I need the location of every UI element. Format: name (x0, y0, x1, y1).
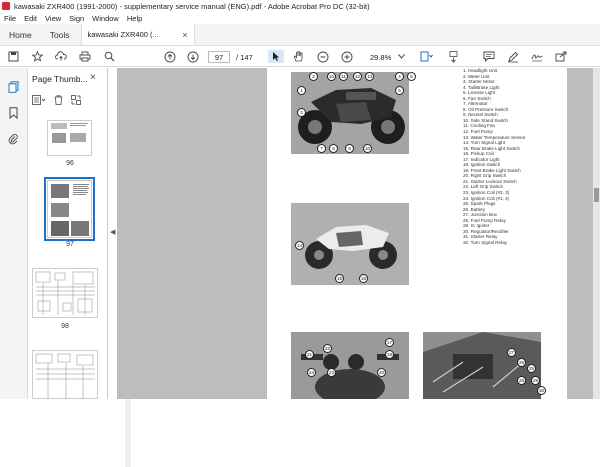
menu-help[interactable]: Help (127, 14, 142, 23)
callout-marker: 9 (345, 144, 354, 153)
page-thumbnail-99[interactable] (32, 350, 98, 399)
page-thumbnails-icon[interactable] (6, 80, 20, 94)
callout-marker: 21 (305, 350, 314, 359)
callout-marker: 29 (531, 376, 540, 385)
callout-marker: 11 (339, 72, 348, 81)
callout-marker: 17 (385, 338, 394, 347)
menu-window[interactable]: Window (92, 14, 119, 23)
callout-marker: 3 (297, 108, 306, 117)
callout-marker: 6 (395, 86, 404, 95)
window-title: kawasaki ZXR400 (1991-2000) - supplement… (14, 1, 370, 11)
tab-tools[interactable]: Tools (41, 24, 79, 45)
callout-marker: 15 (335, 274, 344, 283)
page-thumbnail-98[interactable] (32, 268, 98, 318)
tab-home[interactable]: Home (0, 24, 41, 45)
acrobat-app-icon (2, 2, 10, 10)
callout-marker: 13 (365, 72, 374, 81)
page-thumbnail-96[interactable] (47, 120, 92, 156)
page-total: / 147 (236, 52, 253, 62)
pdf-page: 1. Headlight Unit 2. Meter Unit 3. Start… (267, 68, 567, 399)
attachments-paperclip-icon[interactable] (6, 132, 20, 146)
callout-marker: 14 (295, 241, 304, 250)
delete-page-trash-icon[interactable] (54, 95, 63, 107)
zoom-dropdown-chevron-icon[interactable] (397, 50, 405, 63)
menu-view[interactable]: View (45, 14, 61, 23)
page-number-input[interactable]: 97 (208, 51, 230, 63)
document-scrollbar-thumb[interactable] (594, 188, 599, 202)
highlight-pen-icon[interactable] (506, 50, 520, 63)
callout-marker: 10 (363, 144, 372, 153)
menu-sign[interactable]: Sign (69, 14, 84, 23)
callout-marker: 8 (329, 144, 338, 153)
menu-file[interactable]: File (4, 14, 16, 23)
callout-marker: 7 (317, 144, 326, 153)
page-thumbnail-97[interactable] (44, 177, 95, 241)
zoom-level-field[interactable]: 29.8% (370, 51, 396, 63)
callout-marker: 24 (307, 368, 316, 377)
collapse-panel-arrow-icon[interactable]: ◀ (110, 228, 115, 236)
document-scrollbar[interactable] (593, 68, 600, 399)
previous-page-icon[interactable] (163, 50, 177, 63)
hand-tool-icon[interactable] (291, 50, 305, 63)
callout-marker: 30 (537, 386, 546, 395)
title-bar: kawasaki ZXR400 (1991-2000) - supplement… (0, 0, 600, 12)
toolbar: 97 / 147 29.8% (0, 46, 600, 67)
tab-document[interactable]: kawasaki ZXR400 (... × (80, 24, 195, 45)
next-page-icon[interactable] (186, 50, 200, 63)
zoom-out-icon[interactable] (316, 50, 330, 63)
callout-marker: 25 (527, 364, 536, 373)
callout-marker: 26 (517, 358, 526, 367)
menu-edit[interactable]: Edit (24, 14, 37, 23)
thumbnail-label: 96 (66, 160, 74, 167)
callout-marker: 5 (407, 72, 416, 81)
tab-bar: Home Tools kawasaki ZXR400 (... × (0, 24, 600, 46)
zoom-in-icon[interactable] (340, 50, 354, 63)
upload-cloud-icon[interactable] (54, 50, 68, 63)
callout-marker: 16 (359, 274, 368, 283)
page-organize-icon[interactable] (71, 95, 81, 107)
panel-toolbar (32, 94, 104, 108)
callout-marker: 27 (507, 348, 516, 357)
comment-icon[interactable] (482, 50, 496, 63)
share-icon[interactable] (554, 50, 568, 63)
callout-marker: 20 (377, 368, 386, 377)
panel-close-icon[interactable]: × (90, 72, 96, 83)
scroll-mode-icon[interactable] (446, 50, 460, 63)
panel-title: Page Thumb... (32, 74, 88, 84)
close-icon[interactable]: × (182, 30, 187, 40)
callout-marker: 12 (353, 72, 362, 81)
bookmark-star-icon[interactable] (30, 50, 44, 63)
component-legend-list: 1. Headlight Unit 2. Meter Unit 3. Start… (463, 68, 573, 246)
menu-bar: File Edit View Sign Window Help (0, 12, 600, 24)
legend-item: 32. Turn Signal Relay (463, 239, 507, 245)
callout-marker: 23 (327, 368, 336, 377)
callout-marker: 4 (395, 72, 404, 81)
sign-icon[interactable] (530, 50, 544, 63)
thumbnail-options-icon[interactable] (32, 95, 46, 107)
page-display-icon[interactable] (418, 50, 434, 63)
thumbnail-label: 97 (66, 241, 74, 248)
document-canvas[interactable]: 1. Headlight Unit 2. Meter Unit 3. Start… (117, 68, 600, 399)
search-icon[interactable] (102, 50, 116, 63)
bookmarks-icon[interactable] (6, 106, 20, 120)
left-navigation-rail (0, 68, 28, 399)
save-icon[interactable] (6, 50, 20, 63)
callout-marker: 18 (385, 350, 394, 359)
page-thumbnails-panel: Page Thumb... × 96 97 98 (28, 68, 131, 467)
tab-document-label: kawasaki ZXR400 (... (87, 30, 159, 39)
motorcycle-right-view-photo (291, 203, 409, 285)
motorcycle-left-view-photo (291, 72, 409, 154)
callout-marker: 22 (323, 344, 332, 353)
select-cursor-icon[interactable] (268, 50, 284, 63)
callout-marker: 10 (327, 72, 336, 81)
thumbnail-label: 98 (61, 323, 69, 330)
print-icon[interactable] (78, 50, 92, 63)
callout-marker: 28 (517, 376, 526, 385)
callout-marker: 1 (297, 86, 306, 95)
callout-marker: 2 (309, 72, 318, 81)
